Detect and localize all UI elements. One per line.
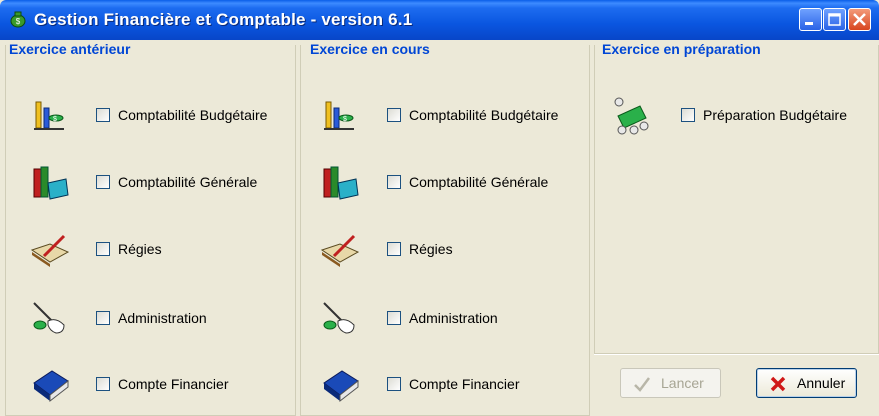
panel-title: Exercice en préparation <box>602 41 765 57</box>
blue-book-icon <box>323 370 359 403</box>
option-compte-financier-en-cours[interactable]: Compte Financier <box>320 365 585 405</box>
money-bag-icon: $ <box>10 11 26 28</box>
option-preparation-budgetaire[interactable]: Préparation Budgétaire <box>612 96 872 136</box>
checkbox[interactable] <box>387 108 401 122</box>
option-administration-en-cours[interactable]: Administration <box>320 299 585 339</box>
ledger-pen-icon <box>320 234 360 267</box>
option-label: Comptabilité Générale <box>409 174 549 190</box>
option-label: Administration <box>409 310 498 326</box>
svg-text:$: $ <box>343 116 347 123</box>
option-label: Comptabilité Générale <box>118 174 258 190</box>
svg-text:$: $ <box>16 17 21 26</box>
checkbox[interactable] <box>681 108 695 122</box>
option-administration-anterieur[interactable]: Administration <box>30 299 295 339</box>
red-x-icon <box>770 376 786 392</box>
checkbox[interactable] <box>96 108 110 122</box>
panel-title: Exercice en cours <box>310 41 434 57</box>
option-label: Compte Financier <box>118 376 229 392</box>
window-title: Gestion Financière et Comptable - versio… <box>34 10 413 29</box>
minimize-icon <box>805 22 813 25</box>
option-comptabilite-budgetaire-en-cours[interactable]: $ Comptabilité Budgétaire <box>320 96 585 136</box>
title-bar[interactable]: $ Gestion Financière et Comptable - vers… <box>0 0 879 40</box>
option-regies-en-cours[interactable]: Régies <box>320 230 585 270</box>
blue-book-icon <box>33 370 69 403</box>
option-label: Compte Financier <box>409 376 520 392</box>
svg-text:$: $ <box>53 116 57 123</box>
option-compte-financier-anterieur[interactable]: Compte Financier <box>30 365 295 405</box>
checkbox[interactable] <box>96 311 110 325</box>
checkbox[interactable] <box>387 377 401 391</box>
maximize-icon <box>828 13 841 26</box>
checkbox[interactable] <box>387 242 401 256</box>
checkbox[interactable] <box>96 242 110 256</box>
option-label: Comptabilité Budgétaire <box>118 107 268 123</box>
budget-scale-icon: $ <box>34 101 64 130</box>
option-label: Régies <box>409 241 453 257</box>
close-icon <box>853 13 866 26</box>
option-comptabilite-generale-anterieur[interactable]: Comptabilité Générale <box>30 163 295 203</box>
hand-pointer-icon <box>323 302 355 334</box>
close-button[interactable] <box>848 8 871 31</box>
option-label: Régies <box>118 241 162 257</box>
cancel-button[interactable]: Annuler <box>756 368 857 398</box>
launch-label: Lancer <box>661 375 704 391</box>
books-icon <box>323 166 359 200</box>
books-icon <box>33 166 69 200</box>
option-label: Administration <box>118 310 207 326</box>
launch-button[interactable]: Lancer <box>620 368 721 398</box>
option-label: Comptabilité Budgétaire <box>409 107 559 123</box>
option-comptabilite-budgetaire-anterieur[interactable]: $ Comptabilité Budgétaire <box>30 96 295 136</box>
budget-scale-icon: $ <box>324 101 354 130</box>
hand-pointer-icon <box>33 302 65 334</box>
checkbox[interactable] <box>387 175 401 189</box>
checkbox[interactable] <box>96 377 110 391</box>
maximize-button[interactable] <box>823 8 846 31</box>
divider <box>594 354 879 355</box>
option-regies-anterieur[interactable]: Régies <box>30 230 295 270</box>
checkbox[interactable] <box>96 175 110 189</box>
minimize-button[interactable] <box>799 8 822 31</box>
main-window: $ Gestion Financière et Comptable - vers… <box>0 0 879 416</box>
checkbox[interactable] <box>387 311 401 325</box>
cancel-label: Annuler <box>797 375 846 391</box>
option-label: Préparation Budgétaire <box>703 107 847 123</box>
checkmark-icon <box>634 377 650 392</box>
panel-exercice-en-preparation: Exercice en préparation <box>594 41 879 354</box>
ledger-pen-icon <box>30 234 70 267</box>
option-comptabilite-generale-en-cours[interactable]: Comptabilité Générale <box>320 163 585 203</box>
panel-title: Exercice antérieur <box>9 41 135 57</box>
money-coins-icon <box>614 97 649 135</box>
